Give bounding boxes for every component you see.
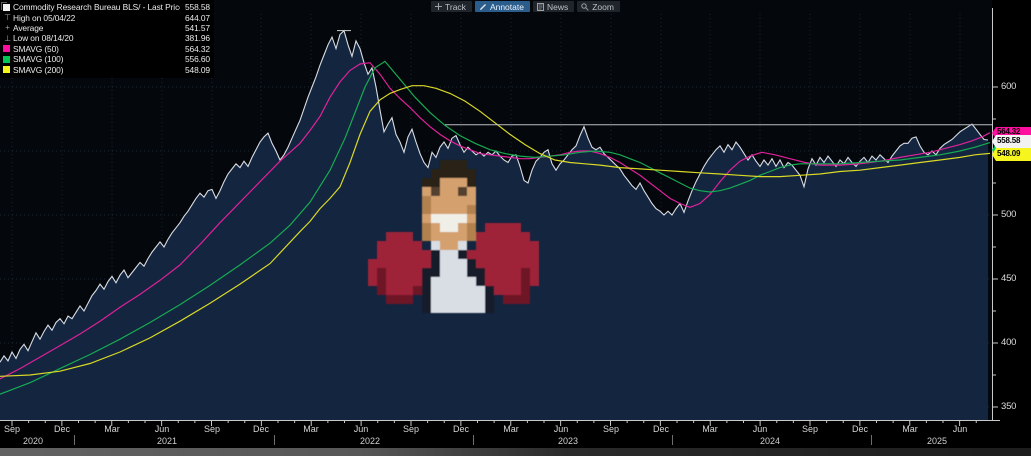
news-button-label: News xyxy=(546,1,569,12)
x-axis-quarter-label: Dec xyxy=(252,424,269,434)
news-icon xyxy=(536,2,544,11)
x-axis-year-label: 2023 xyxy=(557,436,579,446)
legend-value: 556.60 xyxy=(184,54,210,65)
legend-value: 381.96 xyxy=(184,33,210,44)
x-axis-quarter-label: Jun xyxy=(353,424,369,434)
x-axis-quarter-label: Dec xyxy=(53,424,70,434)
year-divider xyxy=(871,435,872,445)
x-axis-quarter-label: Dec xyxy=(851,424,868,434)
y-axis-tick-label: 350 xyxy=(1001,401,1017,412)
x-axis-quarter-label: Sep xyxy=(801,424,818,434)
legend-value: 558.58 xyxy=(184,2,210,13)
x-axis-year-label: 2020 xyxy=(22,436,44,446)
x-axis-year-label: 2021 xyxy=(156,436,178,446)
pencil-icon xyxy=(479,3,486,10)
legend-row-average[interactable]: + Average 541.57 xyxy=(3,23,210,33)
legend-label: Average xyxy=(13,22,44,33)
panel-corner-icon xyxy=(1,2,7,10)
legend-value: 564.32 xyxy=(184,43,210,54)
x-axis-quarter-label: Sep xyxy=(203,424,220,434)
y-axis-tick-label: 600 xyxy=(1001,81,1017,92)
legend-label: Low on 08/14/20 xyxy=(13,33,74,44)
x-axis-year-label: 2025 xyxy=(926,436,948,446)
high-marker-icon: ⊤ xyxy=(4,13,11,23)
year-divider xyxy=(473,435,474,445)
track-button-label: Track xyxy=(445,1,466,12)
legend-label: High on 05/04/22 xyxy=(13,12,76,23)
year-divider xyxy=(672,435,673,445)
news-button[interactable]: News xyxy=(532,1,575,12)
low-marker-icon: ⊥ xyxy=(4,33,11,43)
track-button[interactable]: Track xyxy=(431,1,472,12)
legend-value: 541.57 xyxy=(184,22,210,33)
x-axis-quarter-label: Jun xyxy=(154,424,170,434)
x-axis-quarter-label: Jun xyxy=(952,424,968,434)
legend-label: SMAVG (50) xyxy=(13,43,59,54)
x-axis-year-label: 2024 xyxy=(759,436,781,446)
bloomberg-chart-window: Commodity Research Bureau BLS/ - Last Pr… xyxy=(0,0,1031,456)
chart-toolbar: Track Annotate News Zoom xyxy=(431,1,620,12)
smavg100-swatch-icon xyxy=(3,55,10,63)
x-axis-quarter-label: Mar xyxy=(503,424,519,434)
y-axis-tick-label: 500 xyxy=(1001,209,1017,220)
x-axis-quarter-label: Dec xyxy=(652,424,669,434)
year-divider xyxy=(74,435,75,445)
price-axis-badge: 548.09 xyxy=(992,148,1031,161)
legend-row-smavg100[interactable]: SMAVG (100) 556.60 xyxy=(3,54,210,64)
bottom-window-edge xyxy=(0,448,1031,456)
zoom-button[interactable]: Zoom xyxy=(577,1,620,12)
average-marker-icon: + xyxy=(5,23,10,33)
legend-row-high[interactable]: ⊤ High on 05/04/22 644.07 xyxy=(3,12,210,23)
price-axis-badge: 558.58 xyxy=(992,135,1031,148)
x-axis-quarter-label: Jun xyxy=(553,424,569,434)
crosshair-icon xyxy=(435,3,442,10)
legend-label: SMAVG (200) xyxy=(13,64,64,75)
legend-row-smavg200[interactable]: SMAVG (200) 548.09 xyxy=(3,64,210,75)
x-axis-quarter-label: Dec xyxy=(452,424,469,434)
legend-row-smavg50[interactable]: SMAVG (50) 564.32 xyxy=(3,44,210,54)
legend-row-last-price[interactable]: Commodity Research Bureau BLS/ - Last Pr… xyxy=(3,2,210,12)
x-axis-quarter-label: Mar xyxy=(104,424,120,434)
y-axis-tick-label: 400 xyxy=(1001,337,1017,348)
annotate-button[interactable]: Annotate xyxy=(474,1,530,12)
x-axis-quarter-label: Mar xyxy=(702,424,718,434)
legend-value: 548.09 xyxy=(184,64,210,75)
magnifier-icon xyxy=(581,2,589,11)
x-axis-quarter-label: Mar xyxy=(303,424,319,434)
x-axis-quarter-label: Sep xyxy=(602,424,619,434)
legend-label: Commodity Research Bureau BLS/ - Last Pr… xyxy=(13,2,180,13)
legend-row-low[interactable]: ⊥ Low on 08/14/20 381.96 xyxy=(3,33,210,43)
legend-label: SMAVG (100) xyxy=(13,54,64,65)
chart-legend: Commodity Research Bureau BLS/ - Last Pr… xyxy=(0,0,214,78)
year-divider xyxy=(274,435,275,445)
zoom-button-label: Zoom xyxy=(592,1,614,12)
annotate-button-label: Annotate xyxy=(489,1,524,12)
smavg200-swatch-icon xyxy=(3,66,10,74)
legend-value: 644.07 xyxy=(184,12,210,23)
x-axis-year-label: 2022 xyxy=(359,436,381,446)
x-axis-quarter-label: Sep xyxy=(3,424,20,434)
smavg50-swatch-icon xyxy=(3,45,10,53)
x-axis-quarter-label: Mar xyxy=(902,424,918,434)
x-axis-quarter-label: Sep xyxy=(402,424,419,434)
y-axis-tick-label: 450 xyxy=(1001,273,1017,284)
x-axis-quarter-label: Jun xyxy=(752,424,768,434)
